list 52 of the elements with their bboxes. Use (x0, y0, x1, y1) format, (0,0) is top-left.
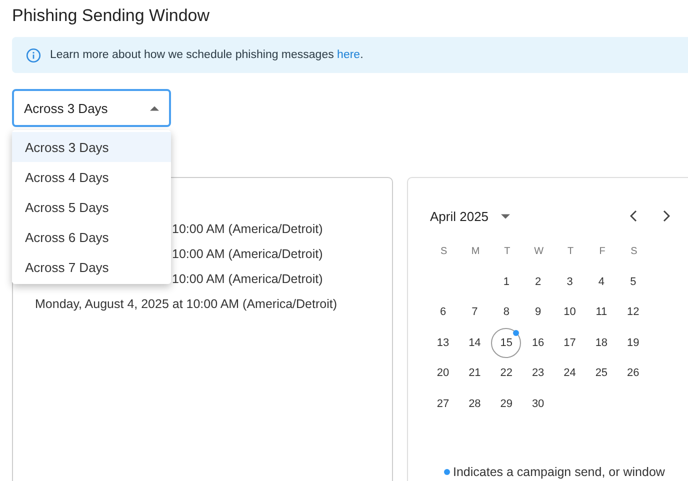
weekday-label: T (503, 244, 512, 259)
weekday-label: M (470, 244, 481, 259)
schedule-line: 10:00 AM (America/Detroit) (172, 247, 323, 263)
calendar-day[interactable]: 9 (523, 297, 554, 327)
weekday-label: T (566, 244, 575, 259)
calendar-day[interactable]: 16 (523, 328, 554, 358)
calendar-day[interactable]: 22 (491, 358, 522, 388)
calendar-day[interactable]: 19 (618, 328, 648, 358)
calendar-day[interactable]: 6 (428, 297, 458, 327)
month-label: April 2025 (430, 208, 489, 224)
calendar-day[interactable]: 27 (428, 388, 458, 418)
calendar-day[interactable]: 18 (586, 328, 616, 358)
menu-option[interactable]: Across 6 Days (12, 222, 171, 252)
legend-text: Indicates a campaign send, or window (453, 465, 665, 479)
calendar-day[interactable]: 8 (491, 297, 522, 327)
menu-option[interactable]: Across 7 Days (12, 252, 171, 282)
calendar-day[interactable]: 2 (523, 266, 554, 296)
page-title: Phishing Sending Window (12, 6, 211, 27)
schedule-line: 10:00 AM (America/Detroit) (172, 272, 323, 288)
calendar-day[interactable]: 13 (428, 328, 458, 358)
calendar-day[interactable]: 29 (491, 388, 522, 418)
here-link[interactable]: here (337, 49, 360, 61)
calendar-day[interactable]: 26 (618, 358, 648, 388)
calendar-day[interactable]: 3 (554, 266, 585, 296)
weekday-label: S (440, 244, 448, 259)
calendar-day[interactable]: 17 (554, 328, 585, 358)
calendar-day[interactable]: 25 (586, 358, 616, 388)
calendar-day[interactable]: 14 (460, 328, 490, 358)
weekday-label: W (533, 244, 545, 259)
calendar-day[interactable]: 5 (618, 266, 648, 296)
calendar-day[interactable]: 11 (586, 297, 616, 327)
calendar-day[interactable]: 10 (554, 297, 585, 327)
menu-option[interactable]: Across 5 Days (12, 192, 171, 222)
days-select[interactable]: Across 3 Days (12, 89, 171, 127)
calendar-day[interactable]: 7 (460, 297, 490, 327)
calendar-day[interactable]: 20 (428, 358, 458, 388)
calendar-day[interactable]: 24 (554, 358, 585, 388)
calendar-day[interactable]: 28 (460, 388, 490, 418)
schedule-line: Monday, August 4, 2025 at 10:00 AM (America/Detroit) (35, 297, 338, 313)
calendar-day[interactable]: 4 (586, 266, 616, 296)
info-text: Learn more about how we schedule phishing messages here. (50, 49, 364, 61)
menu-option[interactable]: Across 4 Days (12, 162, 171, 192)
calendar-day[interactable]: 30 (523, 388, 554, 418)
calendar-day[interactable]: 23 (523, 358, 554, 388)
calendar-day[interactable]: 15 (491, 328, 522, 358)
weekday-label: F (598, 244, 606, 259)
calendar-day[interactable]: 1 (491, 266, 522, 296)
schedule-line: 10:00 AM (America/Detroit) (172, 222, 323, 238)
calendar-day[interactable]: 21 (460, 358, 490, 388)
menu-option[interactable]: Across 3 Days (12, 132, 171, 162)
calendar-day[interactable]: 12 (618, 297, 648, 327)
weekday-label: S (630, 244, 638, 259)
